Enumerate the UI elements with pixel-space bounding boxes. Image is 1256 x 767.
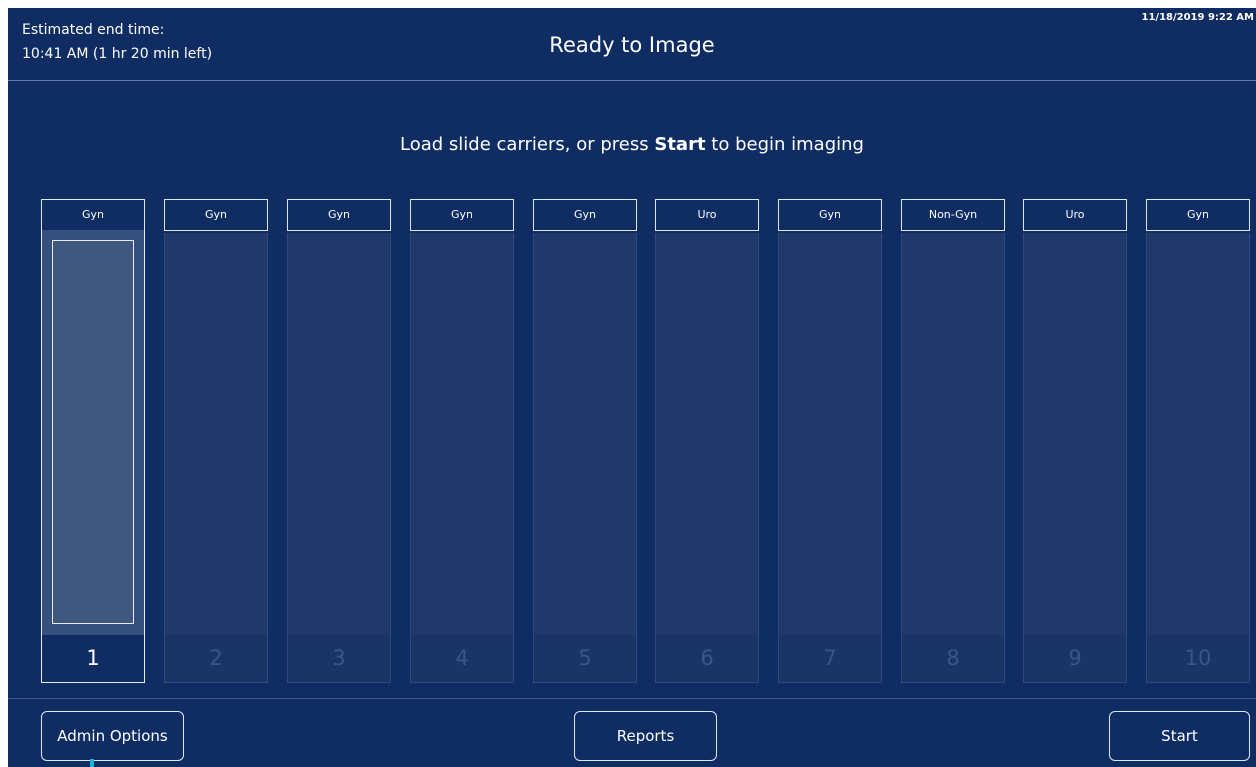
admin-options-button[interactable]: Admin Options (41, 711, 184, 761)
slide-carrier (52, 240, 134, 624)
carrier-slot-9[interactable]: Uro 9 (1023, 199, 1127, 683)
slot-bay (778, 233, 882, 635)
instruction-start-keyword: Start (654, 134, 706, 155)
slot-bay (41, 230, 145, 635)
slot-number: 10 (1184, 646, 1212, 670)
slot-number: 4 (455, 646, 469, 670)
page-title: Ready to Image (549, 33, 715, 57)
instruction-before: Load slide carriers, or press (400, 134, 655, 155)
reports-button[interactable]: Reports (574, 711, 717, 761)
slot-bay (1023, 233, 1127, 635)
slot-number: 7 (823, 646, 837, 670)
slot-number-box: 6 (655, 635, 759, 683)
slot-number-box: 1 (41, 635, 145, 683)
slot-type-label: Gyn (410, 199, 514, 231)
slot-bay (533, 233, 637, 635)
slot-number-box: 8 (901, 635, 1005, 683)
slot-number: 2 (209, 646, 223, 670)
slot-number: 9 (1068, 646, 1082, 670)
slot-bay (164, 233, 268, 635)
slot-number-box: 9 (1023, 635, 1127, 683)
slot-number: 3 (332, 646, 346, 670)
slot-number: 8 (946, 646, 960, 670)
slot-bay (1146, 233, 1250, 635)
slot-number-box: 4 (410, 635, 514, 683)
slot-type-label: Uro (1023, 199, 1127, 231)
instruction-text: Load slide carriers, or press Start to b… (8, 133, 1256, 157)
slot-type-label: Gyn (1146, 199, 1250, 231)
carrier-slot-8[interactable]: Non-Gyn 8 (901, 199, 1005, 683)
carrier-slot-10[interactable]: Gyn 10 (1146, 199, 1250, 683)
carrier-slot-2[interactable]: Gyn 2 (164, 199, 268, 683)
text-cursor (90, 759, 94, 767)
carrier-slot-7[interactable]: Gyn 7 (778, 199, 882, 683)
slot-number: 5 (578, 646, 592, 670)
imager-screen: Estimated end time: 10:41 AM (1 hr 20 mi… (8, 8, 1256, 767)
slot-number-box: 2 (164, 635, 268, 683)
carrier-slot-1[interactable]: Gyn 1 (41, 199, 145, 683)
slot-number-box: 3 (287, 635, 391, 683)
carrier-slot-3[interactable]: Gyn 3 (287, 199, 391, 683)
slot-bay (410, 233, 514, 635)
carrier-slot-5[interactable]: Gyn 5 (533, 199, 637, 683)
slot-bay (287, 233, 391, 635)
footer-divider (8, 698, 1256, 699)
start-button[interactable]: Start (1109, 711, 1250, 761)
slot-type-label: Gyn (41, 199, 145, 231)
datetime: 11/18/2019 9:22 AM (1141, 12, 1255, 23)
slot-type-label: Gyn (778, 199, 882, 231)
slot-number-box: 7 (778, 635, 882, 683)
slot-type-label: Gyn (533, 199, 637, 231)
header-divider (8, 80, 1256, 81)
slot-type-label: Non-Gyn (901, 199, 1005, 231)
slot-type-label: Gyn (287, 199, 391, 231)
slot-bay (901, 233, 1005, 635)
slot-number: 6 (700, 646, 714, 670)
slot-bay (655, 233, 759, 635)
carrier-slot-4[interactable]: Gyn 4 (410, 199, 514, 683)
carrier-slot-6[interactable]: Uro 6 (655, 199, 759, 683)
header: Estimated end time: 10:41 AM (1 hr 20 mi… (8, 8, 1256, 80)
slot-number-box: 10 (1146, 635, 1250, 683)
instruction-after: to begin imaging (705, 134, 864, 155)
slot-type-label: Uro (655, 199, 759, 231)
slot-number: 1 (86, 646, 100, 670)
slot-type-label: Gyn (164, 199, 268, 231)
slot-number-box: 5 (533, 635, 637, 683)
